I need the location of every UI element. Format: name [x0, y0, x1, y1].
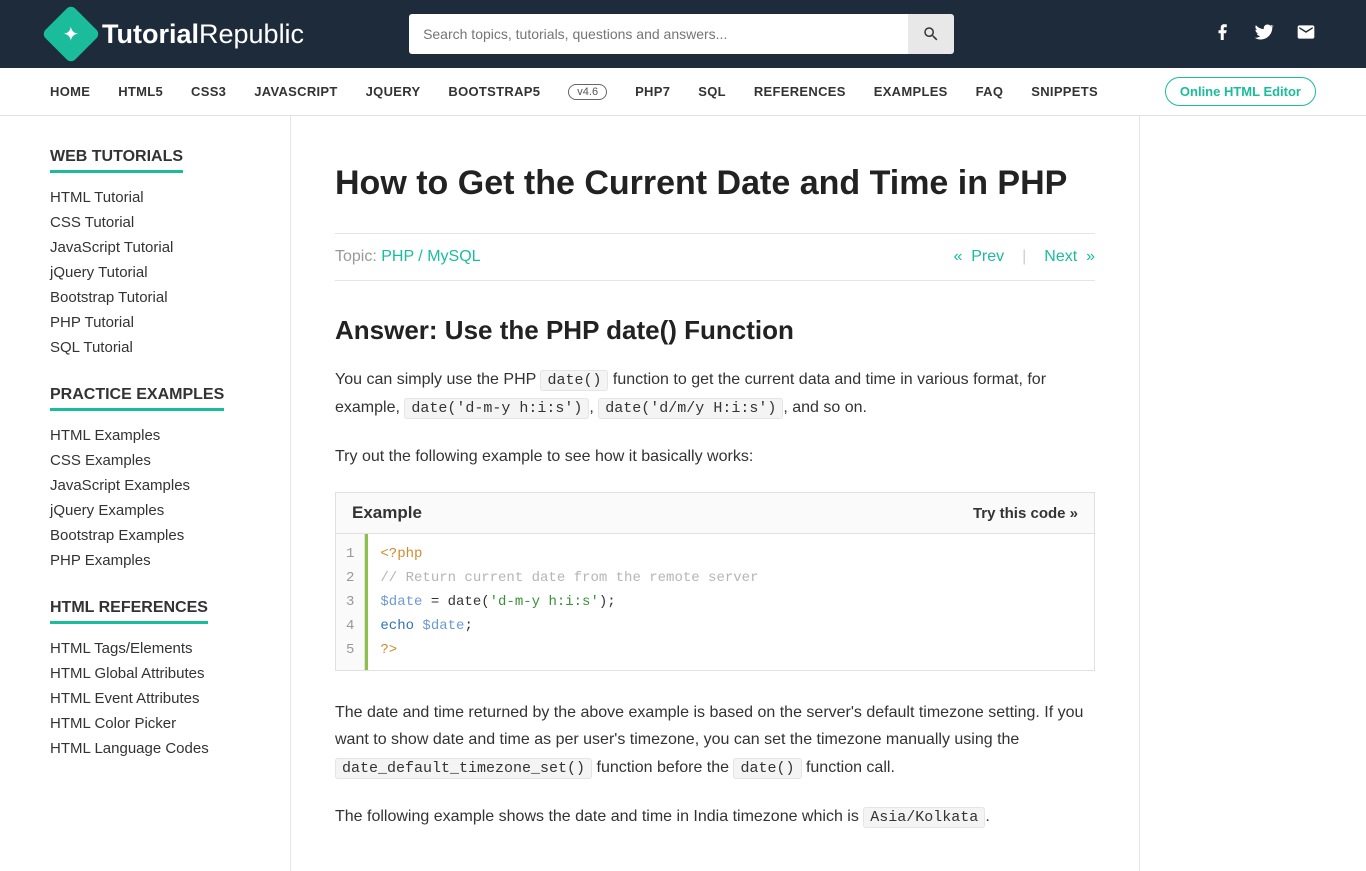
nav-examples[interactable]: EXAMPLES — [874, 84, 948, 99]
sidebar-item[interactable]: HTML Event Attributes — [50, 686, 290, 711]
try-code-link[interactable]: Try this code » — [973, 505, 1078, 522]
code-content: <?php // Return current date from the re… — [365, 534, 1094, 670]
email-icon[interactable] — [1296, 22, 1316, 47]
sidebar-item[interactable]: HTML Global Attributes — [50, 661, 290, 686]
page-title: How to Get the Current Date and Time in … — [335, 164, 1095, 203]
inline-code: date('d-m-y h:i:s') — [404, 398, 589, 419]
sidebar-item[interactable]: HTML Tutorial — [50, 185, 290, 210]
nav-javascript[interactable]: JAVASCRIPT — [254, 84, 337, 99]
badge-version[interactable]: v4.6 — [568, 84, 607, 100]
sidebar-heading-examples: PRACTICE EXAMPLES — [50, 386, 224, 411]
sidebar-item[interactable]: SQL Tutorial — [50, 335, 290, 360]
article-content: How to Get the Current Date and Time in … — [290, 116, 1140, 871]
next-link[interactable]: Next » — [1044, 248, 1095, 266]
sidebar-item[interactable]: HTML Language Codes — [50, 736, 290, 761]
nav-php7[interactable]: PHP7 — [635, 84, 670, 99]
example-header: Example Try this code » — [336, 493, 1094, 534]
code-body: 12345 <?php // Return current date from … — [336, 534, 1094, 670]
example-title: Example — [352, 503, 422, 523]
sidebar-list-examples: HTML Examples CSS Examples JavaScript Ex… — [50, 423, 290, 573]
topic-nav: « Prev | Next » — [953, 248, 1095, 266]
search-input[interactable] — [409, 14, 908, 54]
nav-separator: | — [1022, 248, 1026, 266]
main-layout: WEB TUTORIALS HTML Tutorial CSS Tutorial… — [0, 116, 1366, 871]
example-box: Example Try this code » 12345 <?php // R… — [335, 492, 1095, 671]
paragraph: The date and time returned by the above … — [335, 699, 1095, 781]
nav-html5[interactable]: HTML5 — [118, 84, 163, 99]
topic-label: Topic: — [335, 248, 381, 265]
facebook-icon[interactable] — [1214, 22, 1232, 47]
search-button[interactable] — [908, 14, 954, 54]
sidebar-heading-references: HTML REFERENCES — [50, 599, 208, 624]
line-numbers: 12345 — [336, 534, 365, 670]
sidebar: WEB TUTORIALS HTML Tutorial CSS Tutorial… — [0, 116, 290, 871]
sidebar-item[interactable]: JavaScript Examples — [50, 473, 290, 498]
sidebar-item[interactable]: JavaScript Tutorial — [50, 235, 290, 260]
topic-row: Topic: PHP / MySQL « Prev | Next » — [335, 233, 1095, 281]
nav-sql[interactable]: SQL — [698, 84, 726, 99]
inline-code: date_default_timezone_set() — [335, 758, 592, 779]
nav-items: HOME HTML5 CSS3 JAVASCRIPT JQUERY BOOTST… — [50, 84, 1098, 100]
sidebar-item[interactable]: HTML Examples — [50, 423, 290, 448]
inline-code: date('d/m/y H:i:s') — [598, 398, 783, 419]
nav-home[interactable]: HOME — [50, 84, 90, 99]
inline-code: Asia/Kolkata — [863, 807, 985, 828]
nav-bar: HOME HTML5 CSS3 JAVASCRIPT JQUERY BOOTST… — [0, 68, 1366, 116]
online-editor-button[interactable]: Online HTML Editor — [1165, 77, 1316, 106]
sidebar-item[interactable]: HTML Tags/Elements — [50, 636, 290, 661]
nav-jquery[interactable]: JQUERY — [366, 84, 421, 99]
paragraph: Try out the following example to see how… — [335, 443, 1095, 470]
search-icon — [922, 25, 940, 43]
sidebar-item[interactable]: PHP Examples — [50, 548, 290, 573]
sidebar-item[interactable]: PHP Tutorial — [50, 310, 290, 335]
sidebar-list-references: HTML Tags/Elements HTML Global Attribute… — [50, 636, 290, 761]
answer-heading: Answer: Use the PHP date() Function — [335, 315, 1095, 346]
logo[interactable]: ✦ TutorialRepublic — [50, 13, 304, 55]
nav-css3[interactable]: CSS3 — [191, 84, 226, 99]
nav-references[interactable]: REFERENCES — [754, 84, 846, 99]
sidebar-item[interactable]: jQuery Examples — [50, 498, 290, 523]
sidebar-item[interactable]: Bootstrap Tutorial — [50, 285, 290, 310]
sidebar-item[interactable]: CSS Examples — [50, 448, 290, 473]
twitter-icon[interactable] — [1254, 22, 1274, 47]
sidebar-item[interactable]: HTML Color Picker — [50, 711, 290, 736]
sidebar-item[interactable]: Bootstrap Examples — [50, 523, 290, 548]
sidebar-list-tutorials: HTML Tutorial CSS Tutorial JavaScript Tu… — [50, 185, 290, 360]
topic-breadcrumb: Topic: PHP / MySQL — [335, 248, 481, 266]
sidebar-item[interactable]: jQuery Tutorial — [50, 260, 290, 285]
logo-icon: ✦ — [41, 4, 100, 63]
paragraph: You can simply use the PHP date() functi… — [335, 366, 1095, 421]
inline-code: date() — [540, 370, 608, 391]
logo-text: TutorialRepublic — [102, 19, 304, 50]
nav-bootstrap5[interactable]: BOOTSTRAP5 — [448, 84, 540, 99]
paragraph: The following example shows the date and… — [335, 803, 1095, 831]
social-icons — [1214, 22, 1316, 47]
sidebar-heading-tutorials: WEB TUTORIALS — [50, 148, 183, 173]
top-header: ✦ TutorialRepublic — [0, 0, 1366, 68]
prev-link[interactable]: « Prev — [953, 248, 1004, 266]
topic-link[interactable]: PHP / MySQL — [381, 248, 480, 265]
inline-code: date() — [733, 758, 801, 779]
nav-snippets[interactable]: SNIPPETS — [1031, 84, 1098, 99]
search-form — [409, 14, 954, 54]
nav-faq[interactable]: FAQ — [976, 84, 1004, 99]
sidebar-item[interactable]: CSS Tutorial — [50, 210, 290, 235]
